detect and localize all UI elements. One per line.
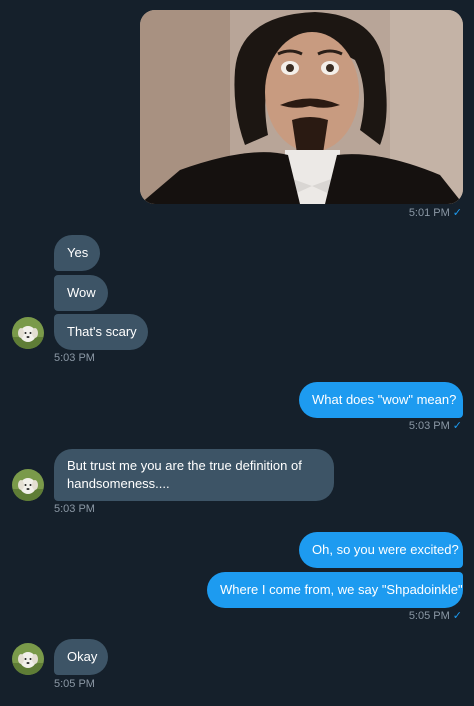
checkmark-icon: ✓ — [452, 420, 462, 432]
message-text: Wow — [67, 285, 96, 300]
checkmark-icon: ✓ — [452, 207, 462, 219]
timestamp-text: 5:03 PM — [408, 420, 450, 432]
puppy-avatar-icon — [12, 317, 44, 349]
message-shpadoinkle[interactable]: Where I come from, we say "Shpadoinkle" — [207, 572, 463, 608]
message-text: Yes — [67, 245, 89, 260]
message-handsomeness[interactable]: But trust me you are the true definition… — [54, 449, 334, 501]
timestamp-text: 5:05 PM — [408, 610, 450, 622]
timestamp-text: 5:03 PM — [54, 503, 95, 515]
photo-timestamp: 5:01 PM ✓ — [380, 207, 462, 219]
message-timestamp: 5:03 PM — [54, 352, 95, 364]
message-text: Okay — [67, 649, 98, 664]
puppy-avatar-icon — [12, 469, 44, 501]
puppy-avatar-icon — [12, 643, 44, 675]
message-yes[interactable]: Yes — [54, 235, 100, 271]
message-text: That's scary — [67, 324, 137, 339]
message-text: Where I come from, we say "Shpadoinkle" — [220, 582, 463, 597]
message-text: But trust me you are the true definition… — [67, 458, 302, 491]
photo-image — [140, 10, 463, 204]
timestamp-text: 5:01 PM — [408, 207, 450, 219]
message-okay[interactable]: Okay — [54, 639, 108, 675]
message-what-wow-means[interactable]: What does "wow" mean? — [299, 382, 463, 418]
timestamp-text: 5:03 PM — [54, 352, 95, 364]
message-timestamp: 5:03 PM ✓ — [380, 420, 462, 432]
message-timestamp: 5:05 PM — [54, 678, 95, 690]
message-thats-scary[interactable]: That's scary — [54, 314, 148, 350]
message-were-you-excited[interactable]: Oh, so you were excited? — [299, 532, 463, 568]
sender-avatar[interactable] — [12, 643, 44, 675]
message-wow[interactable]: Wow — [54, 275, 108, 311]
dm-conversation: 5:01 PM ✓ Yes Wow That's scary 5:03 PM Wh… — [0, 0, 474, 706]
message-text: What does "wow" mean? — [312, 392, 457, 407]
sent-photo[interactable] — [140, 10, 463, 204]
sender-avatar[interactable] — [12, 469, 44, 501]
message-timestamp: 5:03 PM — [54, 503, 95, 515]
timestamp-text: 5:05 PM — [54, 678, 95, 690]
checkmark-icon: ✓ — [452, 610, 462, 622]
sender-avatar[interactable] — [12, 317, 44, 349]
message-timestamp: 5:05 PM ✓ — [380, 610, 462, 622]
message-text: Oh, so you were excited? — [312, 542, 459, 557]
